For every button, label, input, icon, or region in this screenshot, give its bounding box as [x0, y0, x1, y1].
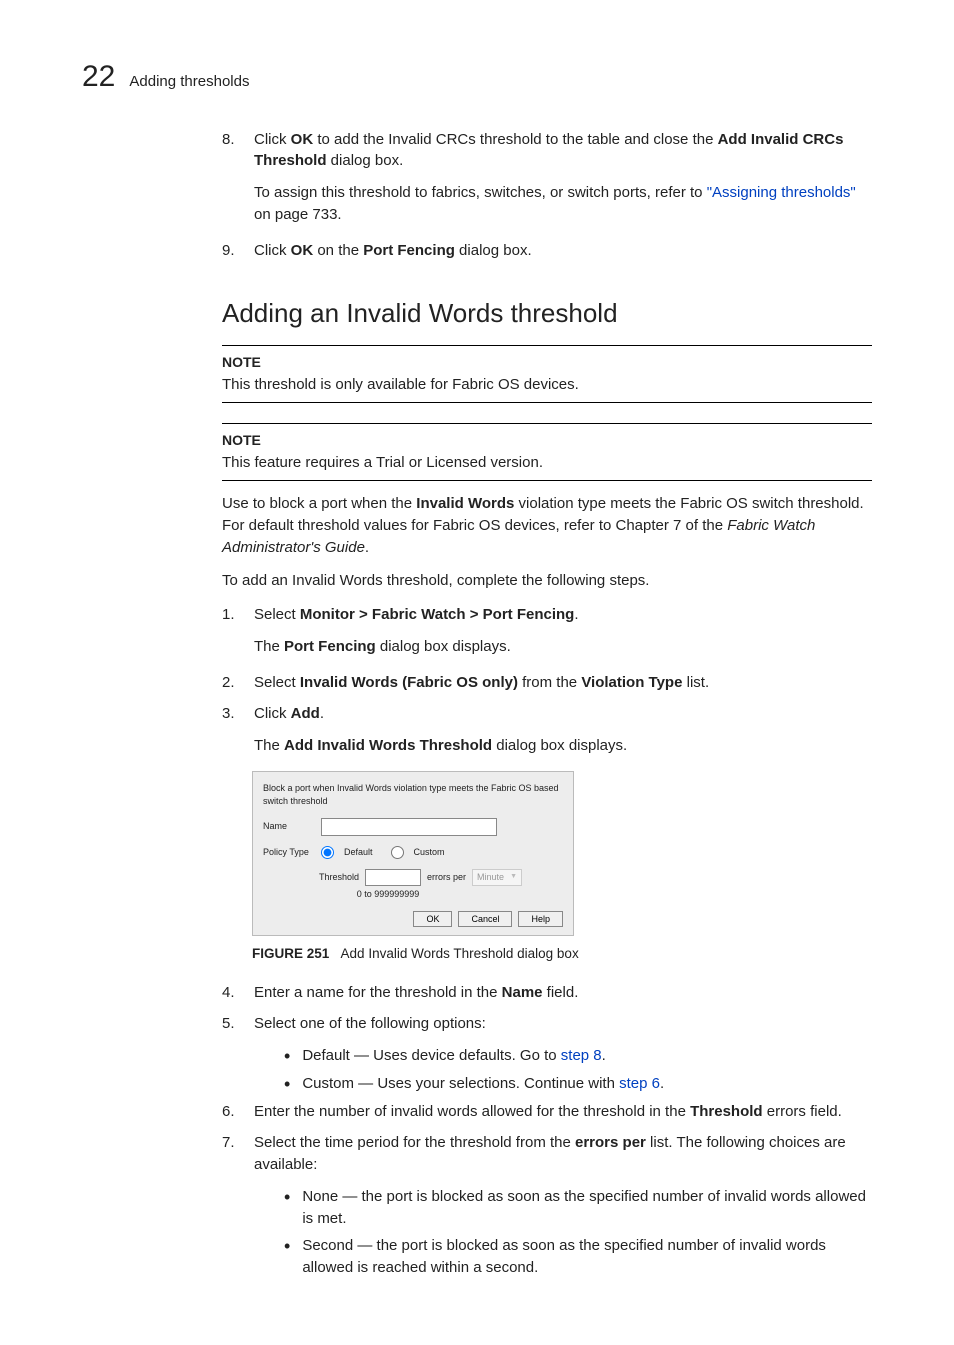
threshold-row: Threshold errors per Minute ▼ — [319, 869, 563, 886]
policy-type-row: Policy Type Default Custom — [263, 846, 563, 859]
step-9: 9. Click OK on the Port Fencing dialog b… — [222, 240, 872, 262]
threshold-label: Threshold — [319, 871, 359, 884]
assigning-thresholds-link[interactable]: "Assigning thresholds" — [707, 184, 856, 201]
step-number: 3. — [222, 703, 244, 725]
errors-per-select[interactable]: Minute ▼ — [472, 869, 522, 886]
intro-paragraph-2: To add an Invalid Words threshold, compl… — [222, 570, 872, 592]
step-5: 5. Select one of the following options: — [222, 1013, 872, 1035]
main-content: 8. Click OK to add the Invalid CRCs thre… — [222, 129, 872, 1279]
step-7: 7. Select the time period for the thresh… — [222, 1132, 872, 1176]
step-8: 8. Click OK to add the Invalid CRCs thre… — [222, 129, 872, 173]
name-label: Name — [263, 820, 313, 833]
custom-option: Custom — [414, 846, 445, 859]
intro-paragraph: Use to block a port when the Invalid Wor… — [222, 493, 872, 558]
divider — [222, 480, 872, 481]
bullet-text: Custom — Uses your selections. Continue … — [302, 1073, 664, 1095]
step-number: 2. — [222, 672, 244, 694]
default-option: Default — [344, 846, 373, 859]
divider — [222, 423, 872, 424]
section-heading: Adding an Invalid Words threshold — [222, 295, 872, 333]
step-3-subtext: The Add Invalid Words Threshold dialog b… — [254, 735, 872, 757]
policy-default-radio[interactable] — [321, 846, 334, 859]
bullet-icon: • — [284, 1047, 290, 1067]
policy-custom-radio[interactable] — [391, 846, 404, 859]
cancel-button[interactable]: Cancel — [458, 911, 512, 927]
step-4: 4. Enter a name for the threshold in the… — [222, 982, 872, 1004]
errors-per-label: errors per — [427, 871, 466, 884]
step-text: Click Add. — [254, 703, 324, 725]
threshold-field[interactable] — [365, 869, 421, 886]
name-field[interactable] — [321, 818, 497, 836]
step-text: Select Monitor > Fabric Watch > Port Fen… — [254, 604, 579, 626]
note-label: NOTE — [222, 430, 872, 450]
step-text: Click OK on the Port Fencing dialog box. — [254, 240, 532, 262]
policy-type-label: Policy Type — [263, 846, 313, 859]
step-number: 6. — [222, 1101, 244, 1123]
bullet-none: • None — the port is blocked as soon as … — [284, 1186, 872, 1230]
step-text: Select the time period for the threshold… — [254, 1132, 872, 1176]
step-number: 4. — [222, 982, 244, 1004]
bullet-custom: • Custom — Uses your selections. Continu… — [284, 1073, 872, 1095]
range-hint: 0 to 999999999 — [343, 888, 433, 901]
bullet-icon: • — [284, 1237, 290, 1279]
step-text: Click OK to add the Invalid CRCs thresho… — [254, 129, 872, 173]
bullet-default: • Default — Uses device defaults. Go to … — [284, 1045, 872, 1067]
step-6: 6. Enter the number of invalid words all… — [222, 1101, 872, 1123]
step-number: 5. — [222, 1013, 244, 1035]
bullet-text: Second — the port is blocked as soon as … — [302, 1235, 872, 1279]
divider — [222, 345, 872, 346]
chapter-title: Adding thresholds — [129, 71, 249, 93]
step-8-subtext: To assign this threshold to fabrics, swi… — [254, 182, 872, 226]
step-number: 9. — [222, 240, 244, 262]
dialog-description: Block a port when Invalid Words violatio… — [263, 782, 563, 808]
bullet-icon: • — [284, 1075, 290, 1095]
step-text: Select Invalid Words (Fabric OS only) fr… — [254, 672, 709, 694]
help-button[interactable]: Help — [518, 911, 563, 927]
step-2: 2. Select Invalid Words (Fabric OS only)… — [222, 672, 872, 694]
bullet-second: • Second — the port is blocked as soon a… — [284, 1235, 872, 1279]
step-text: Select one of the following options: — [254, 1013, 486, 1035]
step-number: 7. — [222, 1132, 244, 1176]
name-row: Name — [263, 818, 563, 836]
chapter-number: 22 — [82, 55, 115, 99]
note-text: This threshold is only available for Fab… — [222, 374, 872, 396]
dialog-buttons: OK Cancel Help — [263, 911, 563, 927]
figure-caption: FIGURE 251 Add Invalid Words Threshold d… — [252, 944, 872, 964]
chevron-down-icon: ▼ — [510, 872, 517, 882]
step-6-link[interactable]: step 6 — [619, 1075, 660, 1092]
step-3: 3. Click Add. — [222, 703, 872, 725]
bullet-text: None — the port is blocked as soon as th… — [302, 1186, 872, 1230]
divider — [222, 402, 872, 403]
step-text: Enter a name for the threshold in the Na… — [254, 982, 578, 1004]
ok-button[interactable]: OK — [413, 911, 452, 927]
step-1: 1. Select Monitor > Fabric Watch > Port … — [222, 604, 872, 626]
add-invalid-words-threshold-dialog: Block a port when Invalid Words violatio… — [252, 771, 574, 936]
note-label: NOTE — [222, 352, 872, 372]
step-1-subtext: The Port Fencing dialog box displays. — [254, 636, 872, 658]
step-8-link[interactable]: step 8 — [561, 1047, 602, 1064]
page-header: 22 Adding thresholds — [82, 55, 872, 99]
step-number: 8. — [222, 129, 244, 173]
figure-label: FIGURE 251 — [252, 946, 329, 961]
step-number: 1. — [222, 604, 244, 626]
bullet-icon: • — [284, 1188, 290, 1230]
figure-text: Add Invalid Words Threshold dialog box — [341, 946, 579, 961]
step-text: Enter the number of invalid words allowe… — [254, 1101, 842, 1123]
note-text: This feature requires a Trial or License… — [222, 452, 872, 474]
bullet-text: Default — Uses device defaults. Go to st… — [302, 1045, 606, 1067]
select-value: Minute — [477, 871, 504, 884]
